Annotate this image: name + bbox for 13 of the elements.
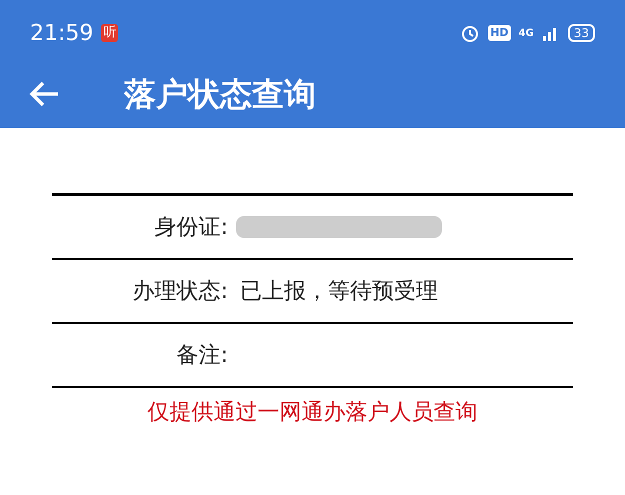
alarm-icon xyxy=(460,23,480,43)
notice-text: 仅提供通过一网通办落户人员查询 xyxy=(148,399,478,427)
back-arrow-icon[interactable] xyxy=(28,80,60,108)
status-time: 21:59 xyxy=(30,20,94,48)
hd-badge: HD xyxy=(488,25,511,41)
network-label: 4G xyxy=(518,26,534,40)
field-label: 办理状态: xyxy=(132,278,228,306)
battery-indicator: 33 xyxy=(568,24,595,42)
app-badge: 听 xyxy=(101,24,118,42)
field-value: 已上报，等待预受理 xyxy=(240,278,438,306)
field-label: 备注: xyxy=(176,342,228,370)
field-label: 身份证: xyxy=(154,214,228,242)
page-title: 落户状态查询 xyxy=(124,74,316,115)
